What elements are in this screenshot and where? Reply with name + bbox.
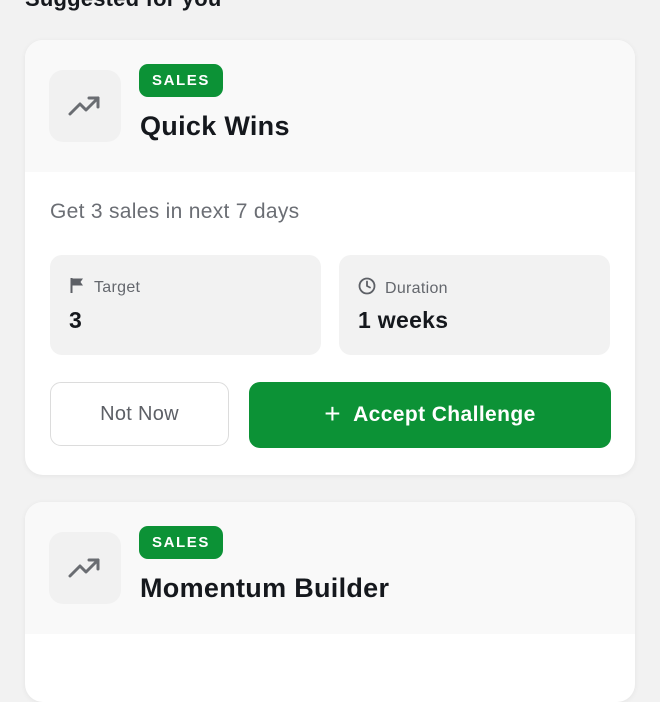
accept-challenge-button[interactable]: + Accept Challenge bbox=[249, 382, 611, 448]
accept-challenge-label: Accept Challenge bbox=[353, 403, 536, 426]
plus-icon: + bbox=[324, 397, 342, 429]
challenge-title: Momentum Builder bbox=[140, 573, 390, 603]
duration-value: 1 weeks bbox=[358, 307, 449, 333]
trending-up-icon bbox=[49, 70, 121, 142]
challenge-card: SALES Momentum Builder bbox=[25, 502, 635, 702]
challenge-card-header: SALES Quick Wins bbox=[25, 40, 635, 172]
challenge-description: Get 3 sales in next 7 days bbox=[50, 200, 300, 223]
duration-label: Duration bbox=[385, 279, 448, 297]
challenge-card: SALES Quick Wins Get 3 sales in next 7 d… bbox=[25, 40, 635, 475]
trending-up-icon bbox=[49, 532, 121, 604]
target-value: 3 bbox=[69, 307, 83, 333]
challenge-card-header: SALES Momentum Builder bbox=[25, 502, 635, 634]
section-title: Suggested for you bbox=[25, 0, 222, 12]
duration-stat: Duration 1 weeks bbox=[339, 255, 610, 355]
not-now-button[interactable]: Not Now bbox=[50, 382, 229, 446]
clock-icon bbox=[358, 277, 376, 300]
challenge-title: Quick Wins bbox=[140, 111, 290, 141]
category-badge: SALES bbox=[139, 64, 224, 97]
target-stat: Target 3 bbox=[50, 255, 321, 355]
category-badge: SALES bbox=[139, 526, 224, 559]
target-label: Target bbox=[94, 279, 141, 296]
flag-icon bbox=[69, 277, 85, 299]
